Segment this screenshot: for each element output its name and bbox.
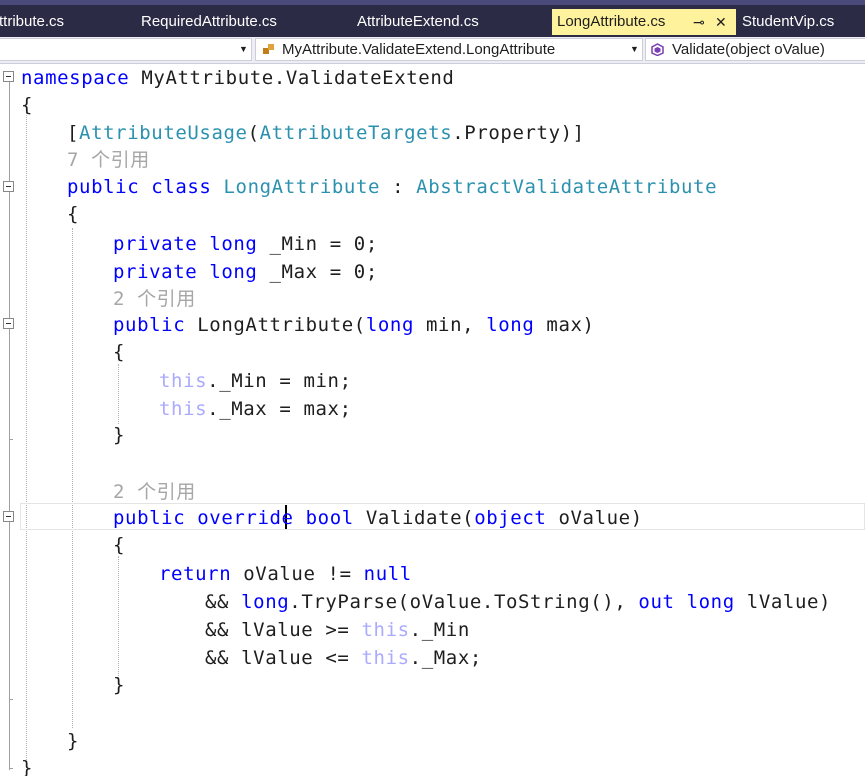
collapse-namespace-button[interactable]: [3, 71, 14, 82]
code-line: namespace MyAttribute.ValidateExtend: [21, 67, 455, 89]
tab-label: ttribute.cs: [0, 13, 65, 30]
code-line: {: [67, 203, 80, 225]
code-line: && long.TryParse(oValue.ToString(), out …: [205, 591, 832, 613]
tab-label: LongAttribute.cs: [557, 13, 666, 30]
indent-guide: [72, 228, 73, 728]
code-line: }: [21, 757, 34, 776]
code-line: {: [113, 534, 126, 556]
codelens-references[interactable]: 2 个引用: [113, 285, 196, 313]
tab-label: RequiredAttribute.cs: [141, 13, 277, 30]
tab-requiredattribute-cs[interactable]: RequiredAttribute.cs: [141, 9, 311, 35]
code-line: private long _Min = 0;: [113, 233, 378, 255]
code-line: public override bool Validate(object oVa…: [113, 507, 643, 529]
outline-tick: [9, 768, 13, 769]
tab-longattribute-cs[interactable]: LongAttribute.cs ⊸ ✕: [552, 9, 736, 35]
code-line: }: [113, 424, 126, 446]
tab-label: AttributeExtend.cs: [357, 13, 479, 30]
code-line: {: [21, 94, 34, 116]
tab-studentvip-cs[interactable]: StudentVip.cs: [742, 9, 865, 35]
member-name: Validate(object oValue): [672, 41, 825, 58]
close-icon[interactable]: ✕: [715, 9, 727, 35]
codelens-references[interactable]: 2 个引用: [113, 478, 196, 506]
code-line: private long _Max = 0;: [113, 261, 378, 283]
collapse-method-button[interactable]: [3, 511, 14, 522]
code-line: {: [113, 341, 126, 363]
tab-label: StudentVip.cs: [742, 13, 835, 30]
tab-attributeextend-cs[interactable]: AttributeExtend.cs: [357, 9, 517, 35]
code-line: && lValue <= this._Max;: [205, 647, 482, 669]
outline-tick: [9, 699, 13, 700]
code-line: return oValue != null: [159, 563, 412, 585]
class-icon: [263, 44, 274, 54]
method-icon: [651, 43, 664, 56]
tab-attribute-cs[interactable]: ttribute.cs: [0, 9, 99, 35]
navigation-bar: ▼ MyAttribute.ValidateExtend.LongAttribu…: [0, 37, 865, 64]
collapse-constructor-button[interactable]: [3, 318, 14, 329]
indent-guide: [118, 364, 119, 424]
code-line: }: [67, 730, 80, 752]
project-dropdown[interactable]: ▼: [0, 38, 252, 61]
member-dropdown[interactable]: Validate(object oValue): [645, 38, 865, 61]
chevron-down-icon: ▼: [630, 44, 639, 54]
code-line: public LongAttribute(long min, long max): [113, 314, 595, 336]
indent-guide: [118, 556, 119, 684]
outline-tick: [9, 439, 13, 440]
document-tab-strip: ttribute.cs RequiredAttribute.cs Attribu…: [0, 0, 865, 37]
code-line: this._Min = min;: [159, 370, 352, 392]
codelens-references[interactable]: 7 个引用: [67, 146, 150, 174]
type-name: MyAttribute.ValidateExtend.LongAttribute: [282, 41, 556, 58]
collapse-class-button[interactable]: [3, 181, 14, 192]
type-dropdown[interactable]: MyAttribute.ValidateExtend.LongAttribute…: [255, 38, 643, 61]
tab-strip-accent: [0, 0, 865, 5]
code-editor[interactable]: namespace MyAttribute.ValidateExtend { […: [0, 64, 865, 776]
code-line: && lValue >= this._Min: [205, 619, 470, 641]
code-line: [AttributeUsage(AttributeTargets.Propert…: [67, 122, 585, 144]
chevron-down-icon: ▼: [239, 44, 248, 54]
code-line: this._Max = max;: [159, 398, 352, 420]
code-line: public class LongAttribute : AbstractVal…: [67, 176, 718, 198]
pin-icon[interactable]: ⊸: [693, 9, 705, 35]
indent-guide: [26, 106, 27, 776]
code-line: }: [113, 674, 126, 696]
